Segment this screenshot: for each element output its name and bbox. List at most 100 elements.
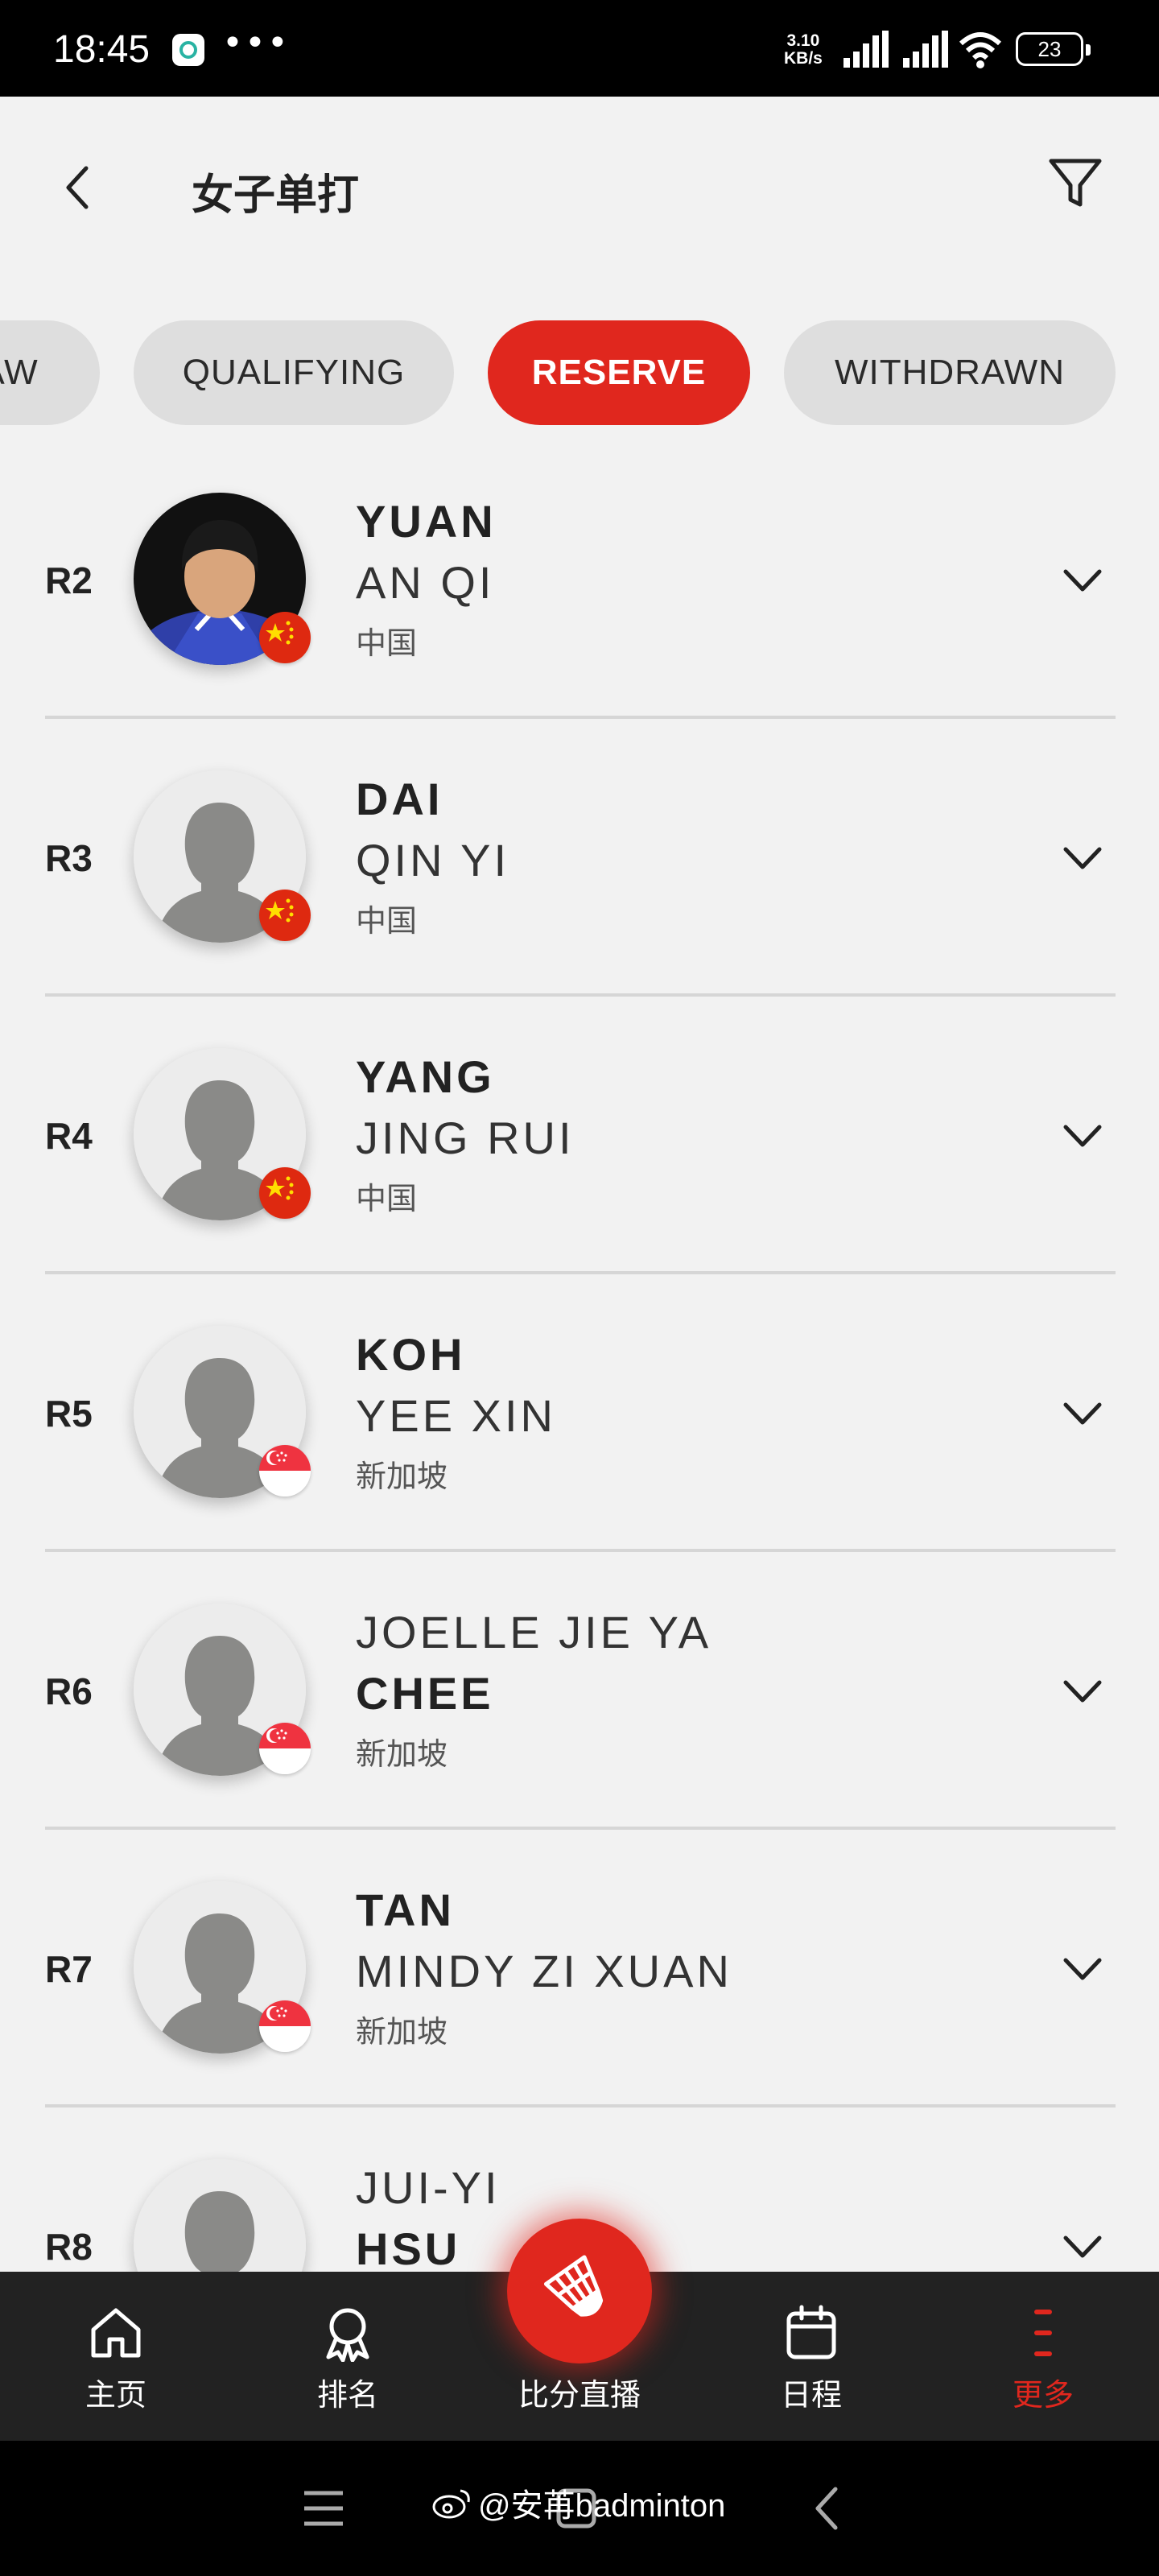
chevron-down-icon	[1063, 569, 1102, 592]
wifi-icon	[959, 32, 1002, 68]
player-rank: R2	[45, 559, 93, 601]
network-speed: 3.10 KB/s	[784, 32, 823, 68]
country-flag	[259, 1167, 311, 1219]
singapore-flag-icon	[259, 1445, 311, 1496]
player-name-line-1: TAN	[356, 1885, 455, 1935]
player-rank: R6	[45, 1670, 93, 1712]
tab-withdrawn[interactable]: WITHDRAWN	[784, 320, 1116, 425]
player-name-line-1: JOELLE JIE YA	[356, 1607, 712, 1657]
page-title: 女子单打	[192, 171, 360, 220]
nav-ranking-label: 排名	[316, 2377, 378, 2413]
player-country: 中国	[356, 1181, 418, 1216]
menu-icon	[304, 2491, 343, 2526]
signal-1-icon	[843, 31, 889, 68]
filter-icon	[1049, 159, 1102, 207]
tab-draw[interactable]: AW	[0, 320, 100, 425]
more-menu-icon	[1034, 2310, 1052, 2356]
chevron-down-icon	[1063, 847, 1102, 869]
watermark: @安苒badminton	[431, 2479, 725, 2526]
player-name-block: JUI-YI HSU	[356, 2157, 501, 2285]
shuttlecock-icon	[543, 2255, 604, 2317]
weibo-icon	[432, 2489, 470, 2519]
player-name-line-2: YEE XIN	[356, 1390, 556, 1441]
player-name-block: KOH YEE XIN 新加坡	[356, 1324, 556, 1496]
nav-ranking[interactable]: 排名	[267, 2304, 428, 2414]
player-name-block: TAN MINDY ZI XUAN 新加坡	[356, 1880, 732, 2051]
player-country: 新加坡	[356, 2014, 448, 2050]
player-name-line-2: CHEE	[356, 1668, 494, 1719]
player-country: 中国	[356, 625, 418, 661]
signal-2-icon	[903, 31, 948, 68]
player-name-line-2: QIN YI	[356, 835, 510, 886]
player-name-line-1: JUI-YI	[356, 2162, 501, 2213]
back-button[interactable]	[50, 159, 106, 216]
chevron-down-icon	[1063, 1680, 1102, 1703]
live-scores-button[interactable]	[507, 2219, 652, 2363]
network-speed-unit: KB/s	[784, 49, 823, 68]
player-row[interactable]: R4 YANG JING RUI 中国	[0, 997, 1159, 1274]
expand-player-button[interactable]	[1054, 2219, 1111, 2275]
nav-home-label: 主页	[85, 2377, 146, 2413]
player-row[interactable]: R5 KOH YEE XIN 新加坡	[0, 1274, 1159, 1552]
system-back-button[interactable]	[795, 2476, 860, 2541]
category-tabs: AW QUALIFYING RESERVE WITHDRAWN	[0, 320, 1159, 425]
china-flag-icon	[259, 612, 311, 663]
watermark-text: @安苒badminton	[478, 2488, 726, 2524]
app-notification-icon	[172, 34, 204, 66]
expand-player-button[interactable]	[1054, 830, 1111, 886]
expand-player-button[interactable]	[1054, 1941, 1111, 1997]
network-speed-value: 3.10	[786, 31, 820, 50]
tab-reserve[interactable]: RESERVE	[488, 320, 750, 425]
expand-player-button[interactable]	[1054, 1385, 1111, 1442]
country-flag	[259, 612, 311, 663]
expand-player-button[interactable]	[1054, 1663, 1111, 1719]
country-flag	[259, 1723, 311, 1774]
player-row[interactable]: R2 YUAN AN QI 中国	[0, 441, 1159, 719]
nav-schedule[interactable]: 日程	[731, 2304, 892, 2414]
back-triangle-icon	[815, 2487, 838, 2530]
system-menu-button[interactable]	[291, 2476, 356, 2541]
status-bar: 18:45 ••• 3.10 KB/s 23	[0, 0, 1159, 97]
nav-home[interactable]: 主页	[35, 2304, 196, 2414]
chevron-down-icon	[1063, 2235, 1102, 2258]
player-rank: R3	[45, 836, 93, 879]
player-row[interactable]: R6 JOELLE JIE YA CHEE 新加坡	[0, 1552, 1159, 1830]
nav-more-label: 更多	[1012, 2377, 1074, 2413]
player-rank: R7	[45, 1947, 93, 1990]
more-notifications-icon: •••	[222, 23, 290, 64]
nav-more[interactable]: 更多	[963, 2304, 1124, 2414]
country-flag	[259, 1445, 311, 1496]
player-name-block: DAI QIN YI 中国	[356, 769, 509, 940]
chevron-down-icon	[1063, 1958, 1102, 1980]
player-rank: R5	[45, 1392, 93, 1435]
player-name-line-2: AN QI	[356, 557, 495, 608]
expand-player-button[interactable]	[1054, 1108, 1111, 1164]
header: 女子单打	[0, 97, 1159, 274]
singapore-flag-icon	[259, 2000, 311, 2052]
tab-qualifying[interactable]: QUALIFYING	[134, 320, 454, 425]
singapore-flag-icon	[259, 1723, 311, 1774]
battery-icon: 23	[1016, 32, 1091, 66]
china-flag-icon	[259, 890, 311, 941]
player-name-line-1: DAI	[356, 774, 443, 824]
chevron-left-icon	[66, 166, 89, 209]
player-country: 新加坡	[356, 1736, 448, 1772]
player-name-line-1: YUAN	[356, 496, 497, 547]
china-flag-icon	[259, 1167, 311, 1219]
nav-schedule-label: 日程	[780, 2377, 842, 2413]
player-row[interactable]: R3 DAI QIN YI 中国	[0, 719, 1159, 997]
player-name-block: YUAN AN QI 中国	[356, 491, 497, 663]
filter-button[interactable]	[1043, 151, 1107, 216]
player-name-line-1: KOH	[356, 1329, 466, 1380]
player-name-line-2: HSU	[356, 2223, 461, 2274]
player-country: 中国	[356, 903, 418, 939]
expand-player-button[interactable]	[1054, 552, 1111, 609]
country-flag	[259, 2000, 311, 2052]
player-name-block: JOELLE JIE YA CHEE 新加坡	[356, 1602, 711, 1773]
country-flag	[259, 890, 311, 941]
player-name-block: YANG JING RUI 中国	[356, 1046, 575, 1218]
home-icon	[91, 2308, 141, 2358]
player-rank: R4	[45, 1114, 93, 1157]
player-row[interactable]: R7 TAN MINDY ZI XUAN 新加坡	[0, 1830, 1159, 2107]
player-name-line-1: YANG	[356, 1051, 495, 1102]
